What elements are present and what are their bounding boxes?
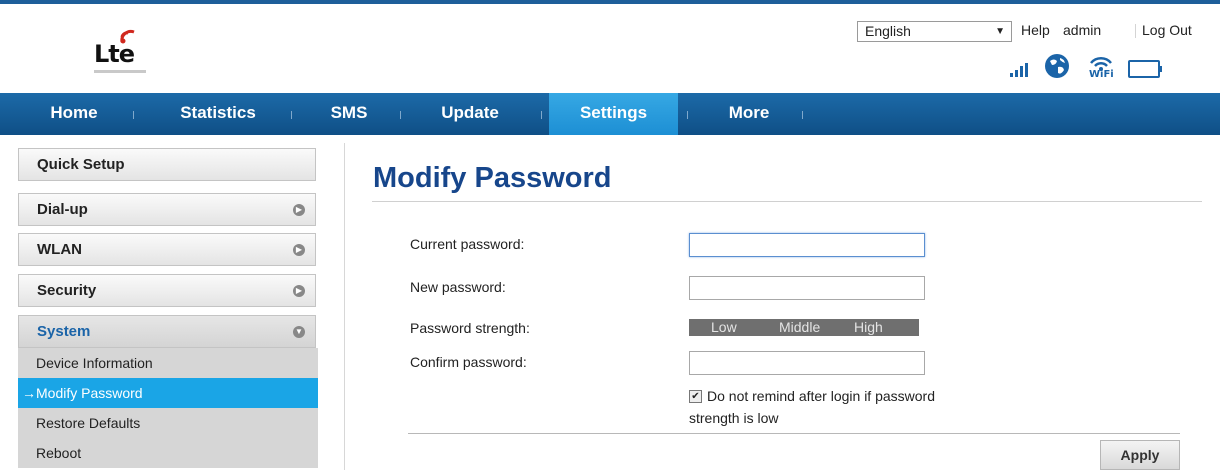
sidebar-item-dial-up[interactable]: Dial-up ▶: [18, 193, 316, 226]
help-link[interactable]: Help: [1021, 22, 1050, 38]
strength-low: Low: [711, 319, 737, 335]
nav-update[interactable]: Update: [428, 93, 512, 135]
wifi-icon: WiFi: [1088, 53, 1114, 86]
strength-high: High: [854, 319, 883, 335]
wifi-label: WiFi: [1089, 69, 1114, 80]
sidebar-item-label: Dial-up: [37, 201, 88, 218]
sidebar-item-quick-setup[interactable]: Quick Setup: [18, 148, 316, 181]
nav-separator: [541, 111, 542, 119]
nav-separator: [133, 111, 134, 119]
strength-middle: Middle: [779, 319, 821, 335]
apply-button[interactable]: Apply: [1100, 440, 1180, 470]
confirm-password-label: Confirm password:: [410, 354, 527, 370]
logo-text: Lte: [94, 40, 135, 68]
chevron-down-icon: ▼: [293, 326, 305, 338]
nav-separator: [291, 111, 292, 119]
signal-strength-icon: [1010, 63, 1028, 82]
current-password-label: Current password:: [410, 236, 525, 252]
top-accent-rule: [0, 0, 1220, 4]
battery-icon: [1128, 59, 1164, 84]
nav-home[interactable]: Home: [36, 93, 112, 135]
chevron-right-icon: ▶: [293, 244, 305, 256]
chevron-right-icon: ▶: [293, 204, 305, 216]
globe-icon: [1044, 53, 1070, 84]
password-strength-meter: Low Middle High: [689, 319, 919, 336]
language-selected-value: English: [865, 23, 911, 39]
current-password-field[interactable]: [689, 233, 925, 257]
header-separator: [1135, 24, 1136, 38]
nav-settings[interactable]: Settings: [549, 93, 678, 135]
sidebar-item-system[interactable]: System ▼: [18, 315, 316, 348]
title-divider: [372, 201, 1202, 202]
new-password-field[interactable]: [689, 276, 925, 300]
logout-link[interactable]: Log Out: [1142, 22, 1192, 38]
sidebar-item-label: Security: [37, 282, 97, 299]
password-strength-label: Password strength:: [410, 320, 530, 336]
sidebar-item-security[interactable]: Security ▶: [18, 274, 316, 307]
remind-checkbox-label-line2: strength is low: [689, 410, 779, 426]
confirm-password-field[interactable]: [689, 351, 925, 375]
sidebar-subitem-restore-defaults[interactable]: Restore Defaults: [18, 408, 318, 438]
remind-checkbox-label: Do not remind after login if password: [707, 388, 935, 404]
nav-statistics[interactable]: Statistics: [163, 93, 273, 135]
sidebar-item-wlan[interactable]: WLAN ▶: [18, 233, 316, 266]
nav-separator: [400, 111, 401, 119]
sidebar-subitem-modify-password[interactable]: →Modify Password: [18, 378, 318, 408]
sidebar-item-label: Quick Setup: [37, 156, 125, 173]
user-link[interactable]: admin: [1063, 22, 1101, 38]
nav-separator: [687, 111, 688, 119]
remind-checkbox[interactable]: ✔: [689, 390, 702, 403]
chevron-right-icon: ▶: [293, 285, 305, 297]
chevron-down-icon: ▼: [995, 26, 1005, 37]
sidebar-item-label: System: [37, 323, 91, 340]
nav-sms[interactable]: SMS: [322, 93, 376, 135]
language-select[interactable]: English ▼: [857, 21, 1012, 42]
nav-more[interactable]: More: [716, 93, 782, 135]
new-password-label: New password:: [410, 279, 506, 295]
sidebar-item-label: WLAN: [37, 241, 82, 258]
form-divider: [408, 433, 1180, 434]
logo-underline: [94, 70, 146, 73]
nav-separator: [802, 111, 803, 119]
sidebar-subitem-reboot[interactable]: Reboot: [18, 438, 318, 468]
sidebar-divider: [344, 143, 345, 470]
lte-logo: Lte: [88, 26, 158, 76]
sidebar-subitem-device-information[interactable]: Device Information: [18, 348, 318, 378]
main-nav-bar: Home Statistics SMS Update Settings More: [0, 93, 1220, 135]
page-title: Modify Password: [373, 162, 612, 194]
